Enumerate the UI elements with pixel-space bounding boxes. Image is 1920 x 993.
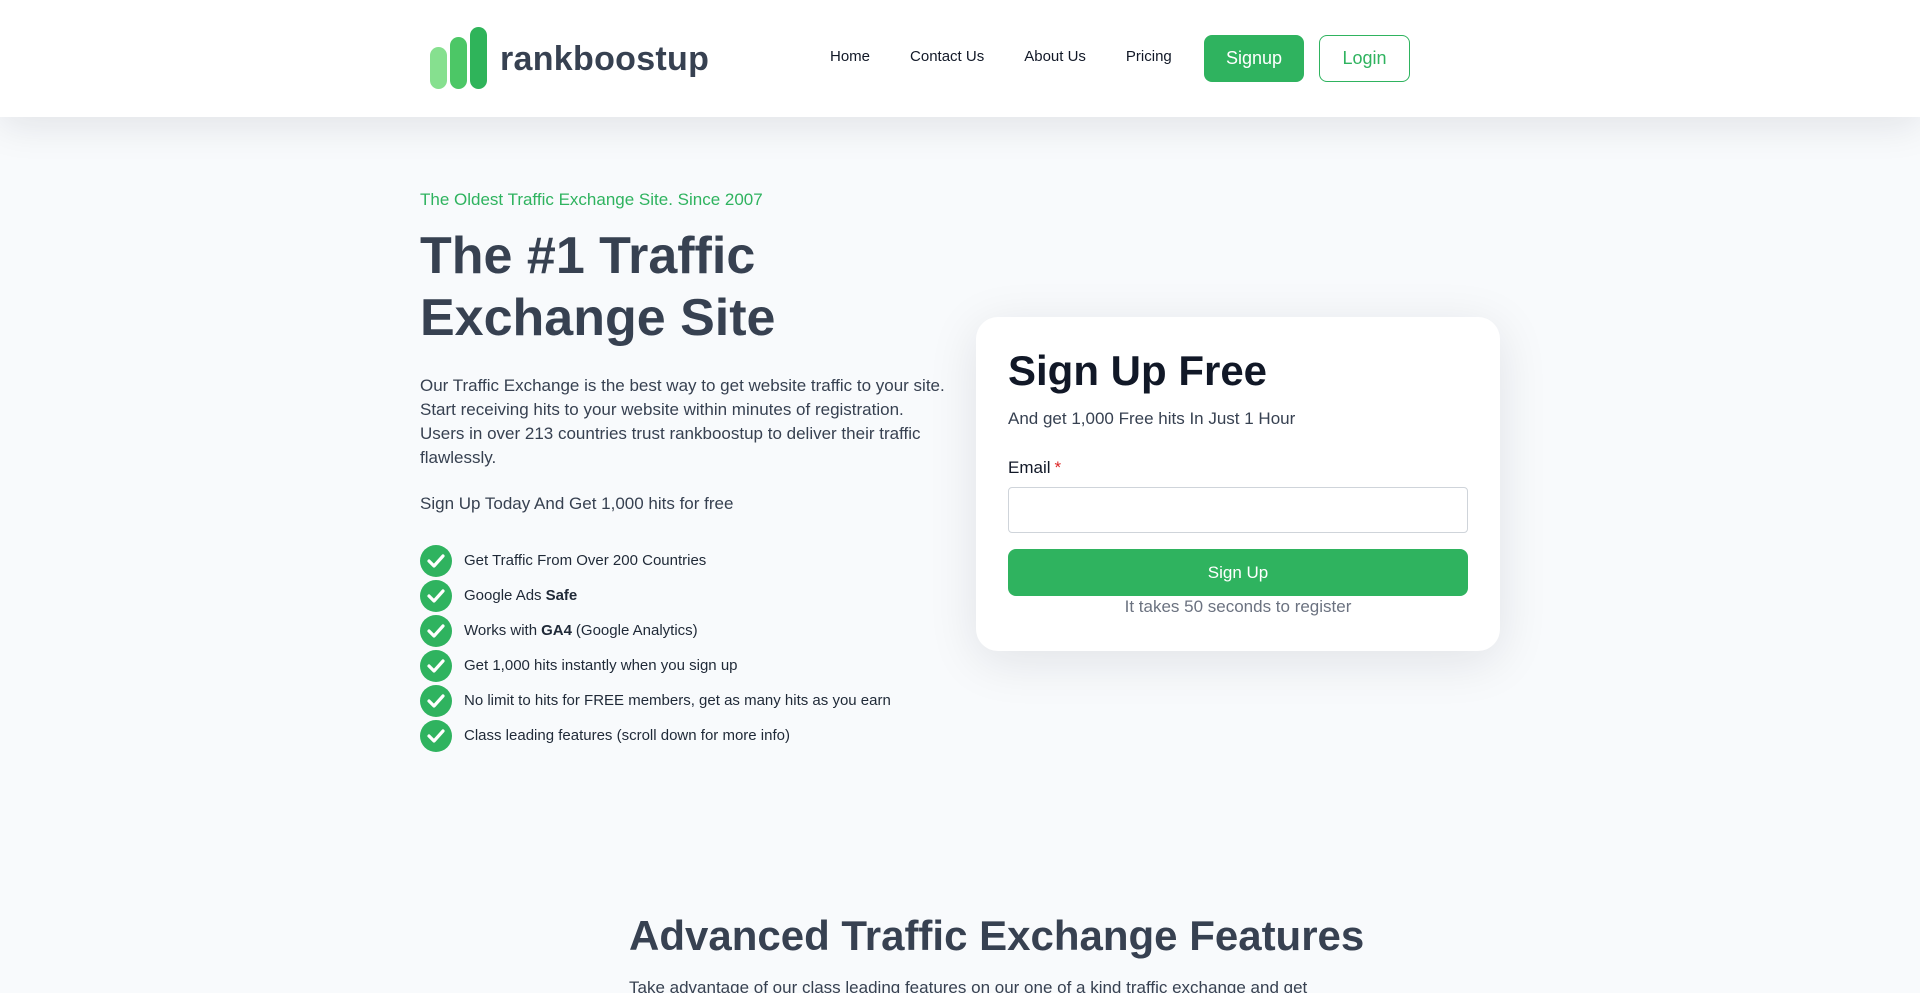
sign-up-submit-button[interactable]: Sign Up <box>1008 549 1468 596</box>
feature-text: Class leading features (scroll down for … <box>464 727 790 744</box>
feature-item: Google Ads Safe <box>420 578 891 613</box>
feature-text: Works with <box>464 622 538 639</box>
nav-home[interactable]: Home <box>830 47 870 67</box>
hero-title: The #1 Traffic Exchange Site <box>420 227 776 347</box>
checkmark-icon <box>420 684 452 717</box>
header-login-button[interactable]: Login <box>1319 35 1410 82</box>
nav-about-us[interactable]: About Us <box>1024 47 1086 67</box>
features-section-description: Take advantage of our class leading feat… <box>629 978 1308 993</box>
checkmark-icon <box>420 719 452 752</box>
nav-pricing[interactable]: Pricing <box>1126 47 1172 67</box>
feature-text: No limit to hits for FREE members, get a… <box>464 692 891 709</box>
bar-chart-logo-icon <box>428 27 488 91</box>
email-label: Email * <box>1008 458 1062 477</box>
feature-item: Works with GA4 (Google Analytics) <box>420 613 891 648</box>
hero-cta-text: Sign Up Today And Get 1,000 hits for fre… <box>420 494 734 513</box>
feature-list: Get Traffic From Over 200 Countries Goog… <box>420 543 891 753</box>
logo-text: rankboostup <box>500 39 710 78</box>
email-field[interactable] <box>1008 487 1468 533</box>
feature-item: Get Traffic From Over 200 Countries <box>420 543 891 578</box>
checkmark-icon <box>420 649 452 682</box>
feature-text: Google Ads <box>464 587 542 604</box>
feature-item: Get 1,000 hits instantly when you sign u… <box>420 648 891 683</box>
hero-description: Our Traffic Exchange is the best way to … <box>420 376 945 467</box>
hero-tagline: The Oldest Traffic Exchange Site. Since … <box>420 190 763 209</box>
features-section-title: Advanced Traffic Exchange Features <box>629 912 1365 959</box>
feature-text: Get 1,000 hits instantly when you sign u… <box>464 657 738 674</box>
logo[interactable]: rankboostup <box>428 27 709 91</box>
checkmark-icon <box>420 579 452 612</box>
signup-card-title: Sign Up Free <box>1008 347 1268 394</box>
feature-bold-text: Safe <box>545 587 578 604</box>
register-time-note: It takes 50 seconds to register <box>1124 597 1352 616</box>
feature-text: Get Traffic From Over 200 Countries <box>464 552 707 569</box>
feature-text-suffix: (Google Analytics) <box>575 622 698 639</box>
nav-contact-us[interactable]: Contact Us <box>910 47 984 67</box>
feature-bold-text: GA4 <box>541 622 572 639</box>
feature-item: Class leading features (scroll down for … <box>420 718 891 753</box>
site-header: rankboostup Home Contact Us About Us Pri… <box>0 0 1920 117</box>
main-nav: Home Contact Us About Us Pricing <box>830 47 1212 67</box>
signup-card: Sign Up Free And get 1,000 Free hits In … <box>976 317 1500 651</box>
feature-item: No limit to hits for FREE members, get a… <box>420 683 891 718</box>
signup-card-subtitle: And get 1,000 Free hits In Just 1 Hour <box>1008 409 1296 428</box>
checkmark-icon <box>420 544 452 577</box>
required-asterisk: * <box>1054 458 1062 477</box>
checkmark-icon <box>420 614 452 647</box>
header-signup-button[interactable]: Signup <box>1204 35 1304 82</box>
